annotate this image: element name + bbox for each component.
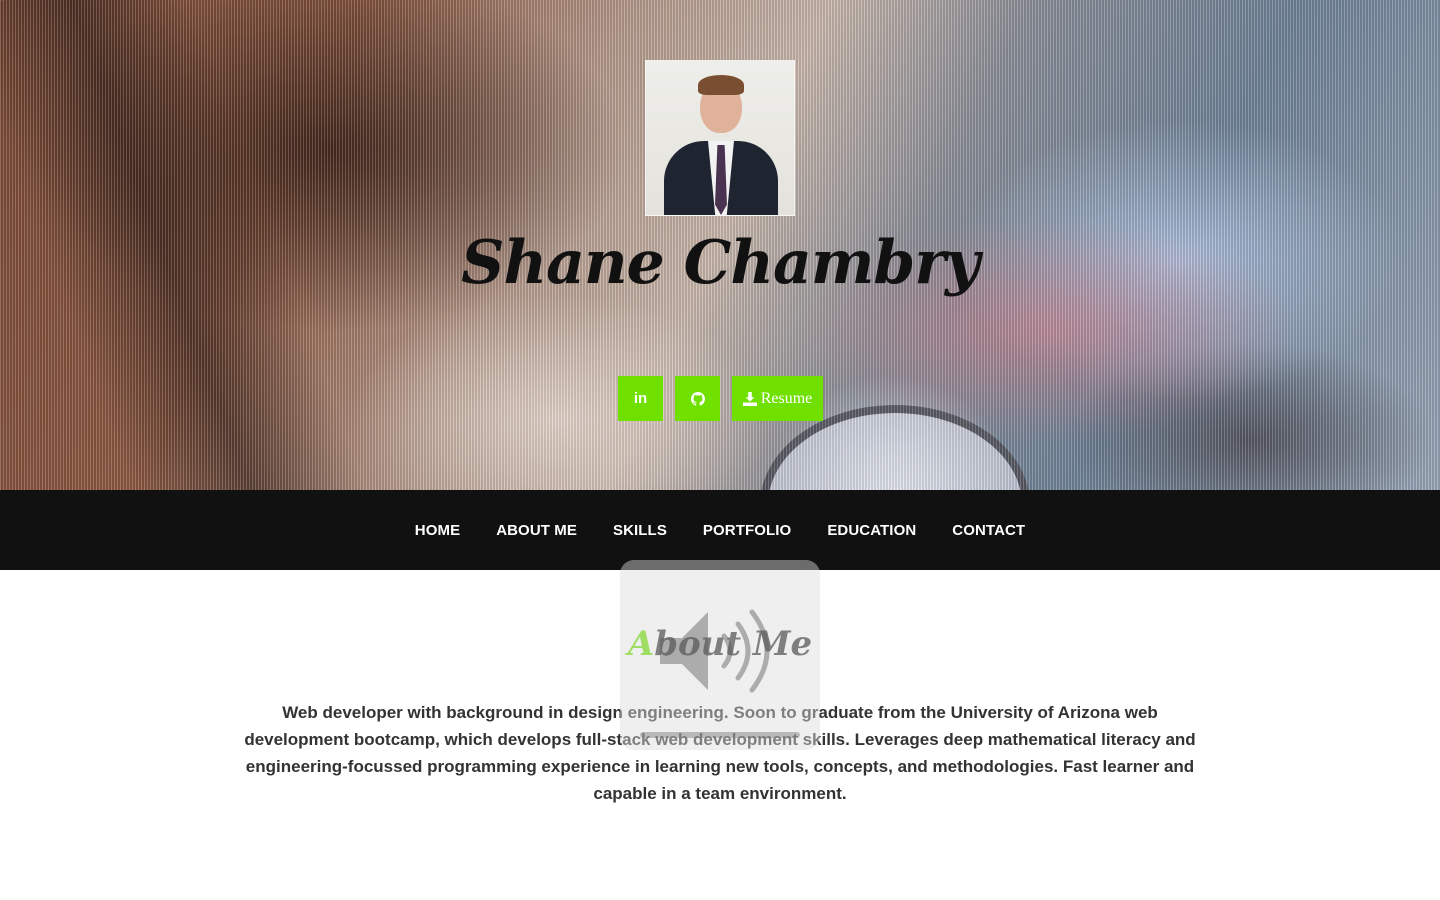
nav-item-education[interactable]: EDUCATION xyxy=(827,522,916,539)
hero-section: Shane Chambry in Resume xyxy=(0,0,1440,490)
linkedin-icon: in xyxy=(633,390,648,407)
github-icon xyxy=(690,391,705,406)
resume-download-button[interactable]: Resume xyxy=(732,376,823,421)
volume-overlay xyxy=(620,560,820,750)
linkedin-button[interactable]: in xyxy=(618,376,663,421)
download-icon xyxy=(742,391,757,406)
hero-name: Shane Chambry xyxy=(461,228,980,298)
main-nav: HOME ABOUT ME SKILLS PORTFOLIO EDUCATION… xyxy=(0,490,1440,570)
nav-item-contact[interactable]: CONTACT xyxy=(952,522,1025,539)
profile-photo xyxy=(645,60,795,216)
resume-button-label: Resume xyxy=(760,389,813,407)
speaker-volume-icon xyxy=(660,609,770,693)
nav-item-portfolio[interactable]: PORTFOLIO xyxy=(703,522,791,539)
nav-item-home[interactable]: HOME xyxy=(415,522,460,539)
nav-item-skills[interactable]: SKILLS xyxy=(613,522,667,539)
nav-item-about-me[interactable]: ABOUT ME xyxy=(496,522,577,539)
github-button[interactable] xyxy=(675,376,720,421)
photo-hair xyxy=(698,75,744,95)
volume-level-bar xyxy=(640,732,800,738)
